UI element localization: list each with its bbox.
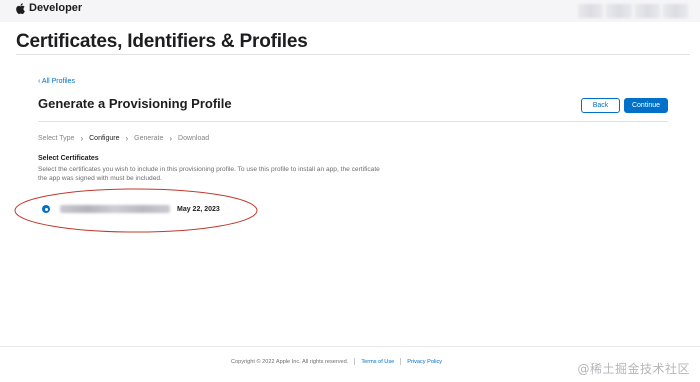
step-breadcrumb: Select Type › Configure › Generate › Dow… [38,134,209,143]
watermark-text: @稀土掘金技术社区 [577,362,690,376]
chevron-right-icon: › [80,134,84,143]
step-configure: Configure [89,135,120,142]
chevron-right-icon: › [125,134,129,143]
continue-button[interactable]: Continue [624,98,668,113]
footer-divider [0,346,700,347]
account-area-blurred [578,4,688,18]
step-select-type: Select Type [38,135,75,142]
step-generate: Generate [134,135,164,142]
section-divider [38,121,668,122]
chevron-right-icon: › [169,134,173,143]
highlight-annotation-ellipse [14,188,258,233]
select-certificates-heading: Select Certificates [38,155,99,162]
all-profiles-link[interactable]: ‹ All Profiles [38,78,75,85]
select-certificates-description: Select the certificates you wish to incl… [38,166,380,182]
footer: Copyright © 2022 Apple Inc. All rights r… [231,358,442,365]
page-title: Certificates, Identifiers & Profiles [16,31,308,52]
back-button[interactable]: Back [581,98,620,113]
terms-of-use-link[interactable]: Terms of Use [361,359,394,365]
footer-separator [354,358,356,365]
privacy-policy-link[interactable]: Privacy Policy [407,359,442,365]
title-divider [16,54,690,55]
section-title: Generate a Provisioning Profile [38,96,232,111]
developer-brand-link[interactable]: Developer [16,2,82,14]
apple-logo-icon [16,2,25,14]
global-nav: Developer [0,0,700,22]
footer-copyright: Copyright © 2022 Apple Inc. All rights r… [231,358,349,365]
footer-separator [400,358,402,365]
step-download: Download [178,135,210,142]
brand-text: Developer [29,2,83,14]
